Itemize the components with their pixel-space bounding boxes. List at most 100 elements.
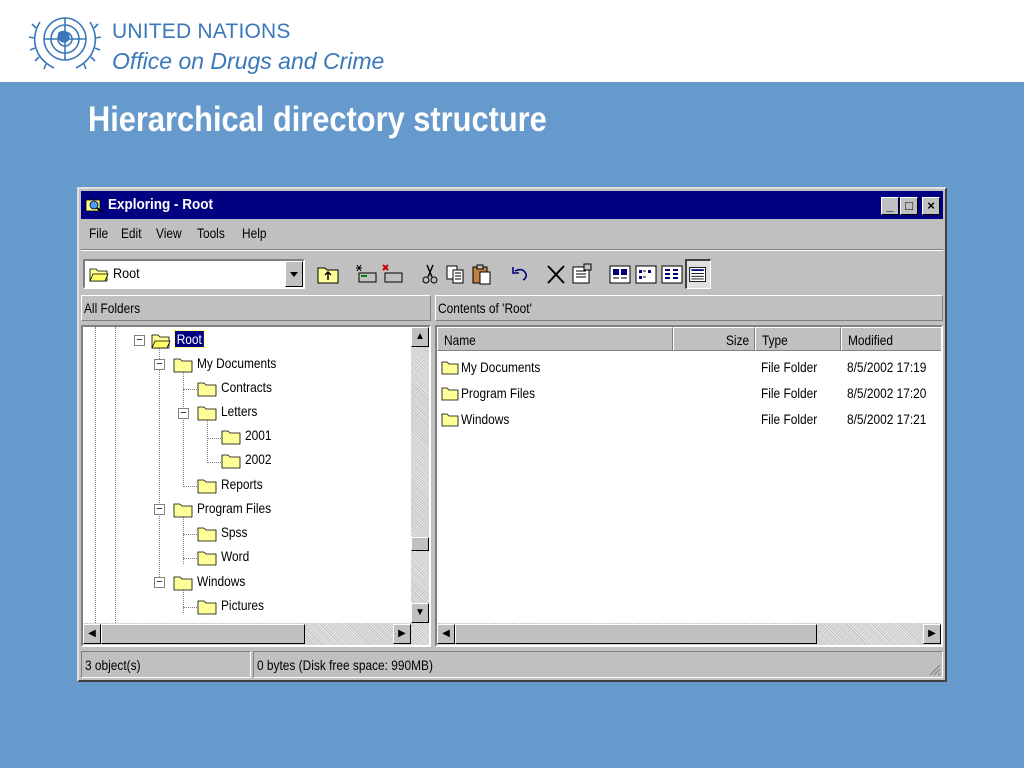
address-value: Root [113, 265, 140, 281]
collapse-windows-toggle[interactable]: − [154, 577, 165, 588]
tree-item-label: 2002 [245, 451, 272, 467]
copy-icon [446, 265, 464, 284]
tree-item-label: Reports [221, 476, 263, 492]
list-row[interactable]: Program Files File Folder 8/5/2002 17:20 [437, 381, 941, 405]
menu-edit[interactable]: Edit [121, 225, 142, 241]
small-icons-view-button[interactable] [633, 259, 659, 289]
menu-help[interactable]: Help [242, 225, 266, 241]
folder-icon [221, 454, 241, 469]
column-name-label: Name [444, 332, 476, 348]
tree-item-label: My Documents [197, 355, 277, 371]
contents-list[interactable]: Name Size Type Modified My Documents Fil… [435, 325, 943, 647]
status-disk-info: 0 bytes (Disk free space: 990MB) [253, 651, 943, 678]
row-type: File Folder [761, 385, 818, 401]
tree-item-label: 2001 [245, 427, 272, 443]
folder-tree[interactable]: − − − − − Root My Documents Contracts Le… [81, 325, 431, 647]
column-header-modified[interactable]: Modified [841, 327, 941, 351]
details-view-button[interactable] [685, 259, 711, 289]
menu-view[interactable]: View [156, 225, 182, 241]
delete-button[interactable] [543, 259, 569, 289]
folder-icon [173, 503, 193, 518]
list-horizontal-scrollbar[interactable]: ◀ ▶ [437, 623, 941, 645]
collapse-program-files-toggle[interactable]: − [154, 504, 165, 515]
arrow-right-icon: ▶ [398, 628, 406, 639]
column-header-name[interactable]: Name [437, 327, 673, 351]
scroll-left-button[interactable]: ◀ [437, 624, 455, 644]
row-modified: 8/5/2002 17:21 [847, 411, 927, 427]
close-button[interactable]: × [922, 197, 940, 215]
undo-button[interactable] [507, 259, 533, 289]
scroll-down-button[interactable]: ▼ [411, 603, 429, 623]
folder-icon [441, 387, 459, 401]
details-view-icon [689, 266, 707, 283]
scroll-right-button[interactable]: ▶ [393, 624, 411, 644]
arrow-left-icon: ◀ [442, 628, 450, 639]
cut-button[interactable] [417, 259, 443, 289]
minimize-button[interactable]: _ [881, 197, 899, 215]
address-dropdown-button[interactable] [285, 261, 303, 287]
up-folder-button[interactable] [315, 259, 341, 289]
open-folder-icon [151, 334, 171, 349]
tree-guide-line [183, 558, 197, 559]
list-view-button[interactable] [659, 259, 685, 289]
list-row[interactable]: Windows File Folder 8/5/2002 17:21 [437, 407, 941, 431]
scroll-thumb[interactable] [411, 537, 429, 551]
arrow-right-icon: ▶ [928, 628, 936, 639]
scroll-thumb[interactable] [101, 624, 305, 644]
copy-button[interactable] [443, 259, 469, 289]
row-type: File Folder [761, 359, 818, 375]
maximize-button[interactable]: □ [900, 197, 918, 215]
maximize-icon: □ [905, 198, 913, 213]
column-size-label: Size [726, 332, 750, 348]
paste-icon [472, 264, 491, 285]
scroll-up-button[interactable]: ▲ [411, 327, 429, 347]
large-icons-view-icon [609, 265, 631, 284]
properties-button[interactable] [569, 259, 595, 289]
tree-vertical-scrollbar[interactable]: ▲ ▼ [411, 327, 429, 623]
column-header-type[interactable]: Type [755, 327, 841, 351]
tree-horizontal-scrollbar[interactable]: ◀ ▶ [83, 623, 429, 645]
small-icons-view-icon [635, 265, 657, 284]
tree-guide-line [183, 369, 184, 485]
disconnect-drive-button[interactable] [379, 259, 405, 289]
tree-guide-line [183, 534, 197, 535]
list-row[interactable]: My Documents File Folder 8/5/2002 17:19 [437, 355, 941, 379]
paste-button[interactable] [469, 259, 495, 289]
all-folders-label: All Folders [84, 300, 141, 316]
disconnect-drive-icon [382, 264, 403, 283]
collapse-my-documents-toggle[interactable]: − [154, 359, 165, 370]
tree-item-label: Word [221, 548, 250, 564]
collapse-letters-toggle[interactable]: − [178, 408, 189, 419]
tree-guide-line [183, 607, 197, 608]
contents-label: Contents of 'Root' [438, 300, 532, 316]
folder-icon [197, 479, 217, 494]
tree-guide-line [95, 327, 96, 623]
open-folder-icon [89, 268, 109, 282]
tree-guide-line [207, 438, 221, 439]
tree-guide-line [207, 462, 221, 463]
cut-icon [422, 264, 438, 284]
row-name: Windows [461, 411, 510, 427]
list-view-icon [661, 265, 683, 284]
scroll-left-button[interactable]: ◀ [83, 624, 101, 644]
status-object-count: 3 object(s) [81, 651, 251, 678]
title-bar[interactable]: Exploring - Root _ □ × [81, 191, 943, 219]
address-combo[interactable]: Root [83, 259, 305, 289]
close-icon: × [927, 198, 935, 213]
arrow-up-icon: ▲ [415, 331, 425, 342]
scroll-thumb[interactable] [455, 624, 817, 644]
resize-grip-icon[interactable] [927, 662, 941, 676]
toolbar-separator [81, 249, 943, 251]
large-icons-view-button[interactable] [607, 259, 633, 289]
menu-file[interactable]: File [89, 225, 108, 241]
collapse-root-toggle[interactable]: − [134, 335, 145, 346]
map-drive-button[interactable] [353, 259, 379, 289]
tree-guide-line [115, 327, 116, 623]
scroll-right-button[interactable]: ▶ [923, 624, 941, 644]
column-header-size[interactable]: Size [673, 327, 755, 351]
undo-icon [512, 267, 527, 281]
tree-item-label: Letters [221, 403, 258, 419]
menu-tools[interactable]: Tools [197, 225, 225, 241]
chevron-down-icon [290, 272, 298, 277]
explorer-window: Exploring - Root _ □ × File Edit View To… [77, 187, 947, 682]
